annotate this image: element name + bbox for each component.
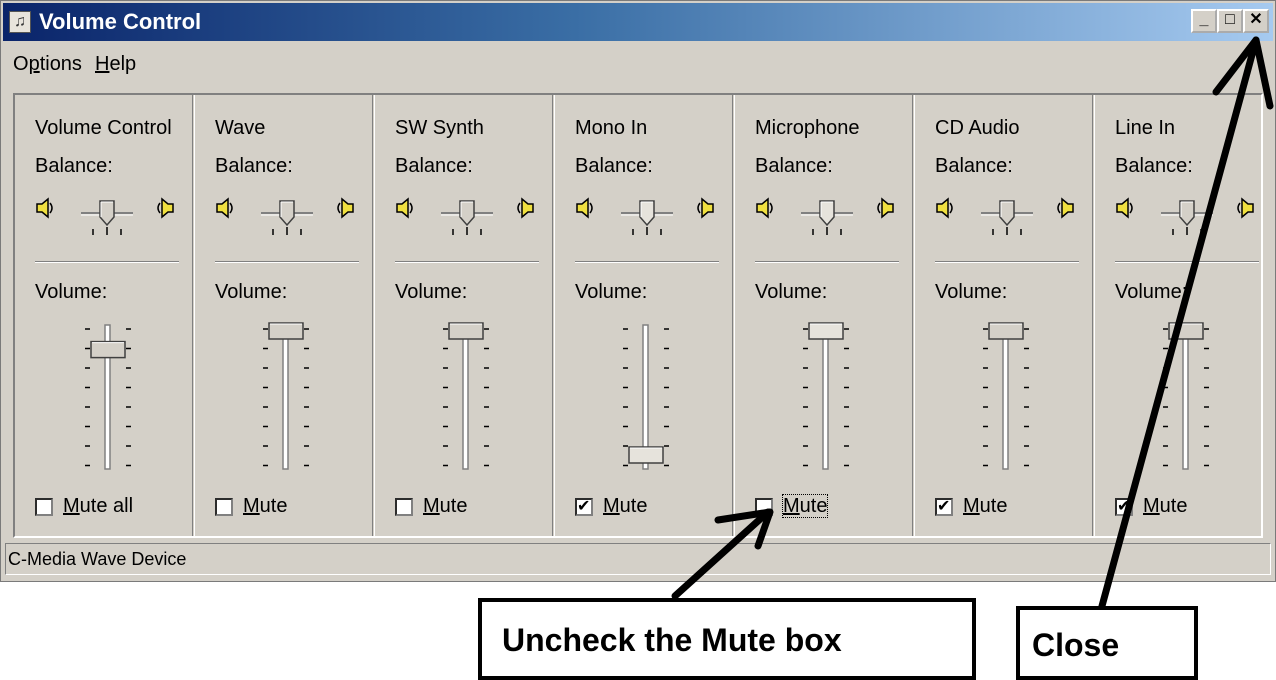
panel-separator [35, 261, 179, 263]
volume-slider[interactable] [251, 321, 321, 473]
panel-microphone: Microphone Balance: Volume: Mute [735, 95, 915, 536]
mute-checkbox[interactable] [35, 497, 53, 516]
speaker-right-icon [517, 197, 534, 219]
panel-name: Microphone [755, 117, 860, 139]
panel-separator [575, 261, 719, 263]
close-button[interactable]: ✕ [1243, 9, 1269, 33]
panel-volume-control: Volume Control Balance: Volume: Mute all [15, 95, 195, 536]
volume-slider[interactable] [611, 321, 681, 473]
mute-label: Mute [1143, 495, 1188, 518]
volume-slider[interactable] [971, 321, 1041, 473]
balance-slider[interactable] [437, 199, 497, 239]
volume-label: Volume: [935, 281, 1008, 303]
mute-label: Mute [603, 495, 648, 518]
panel-separator [755, 261, 899, 263]
menu-options[interactable]: Options [13, 53, 82, 76]
speaker-right-icon [337, 197, 354, 219]
panel-sw-synth: SW Synth Balance: Volume: Mute [375, 95, 555, 536]
volume-label: Volume: [575, 281, 648, 303]
menu-help[interactable]: Help [95, 53, 136, 76]
panel-separator [935, 261, 1079, 263]
panel-separator [395, 261, 539, 263]
panel-name: Mono In [575, 117, 648, 139]
speaker-left-icon [936, 197, 953, 219]
panel-name: Volume Control [35, 117, 172, 139]
volume-slider[interactable] [73, 321, 143, 473]
panel-name: CD Audio [935, 117, 1020, 139]
window-title: Volume Control [39, 9, 202, 34]
volume-label: Volume: [35, 281, 108, 303]
speaker-right-icon [157, 197, 174, 219]
panel-name: Wave [215, 117, 266, 139]
balance-label: Balance: [935, 155, 1013, 177]
balance-slider[interactable] [77, 199, 137, 239]
mute-checkbox-row[interactable]: Mute [395, 495, 467, 518]
panel-name: Line In [1115, 117, 1176, 139]
balance-label: Balance: [1115, 155, 1193, 177]
panel-separator [215, 261, 359, 263]
panel-name: SW Synth [395, 117, 484, 139]
speaker-right-icon [1237, 197, 1254, 219]
mute-checkbox[interactable] [755, 497, 773, 516]
panel-line-in: Line In Balance: Volume: Mute [1095, 95, 1263, 536]
speaker-left-icon [36, 197, 53, 219]
balance-label: Balance: [35, 155, 113, 177]
status-bar: C-Media Wave Device [5, 543, 1271, 575]
uncheck-mute-callout: Uncheck the Mute box [478, 598, 976, 680]
mute-label: Mute [243, 495, 288, 518]
volume-control-window: ♫ Volume Control _ □ ✕ Options Help Volu… [0, 0, 1276, 582]
mute-checkbox-row[interactable]: Mute [755, 494, 829, 519]
mute-checkbox[interactable] [395, 497, 413, 516]
mute-checkbox[interactable] [215, 497, 233, 516]
panel-cd-audio: CD Audio Balance: Volume: Mute [915, 95, 1095, 536]
panel-mono-in: Mono In Balance: Volume: Mute [555, 95, 735, 536]
minimize-button[interactable]: _ [1191, 9, 1217, 33]
volume-slider[interactable] [791, 321, 861, 473]
close-callout: Close [1016, 606, 1198, 680]
volume-app-icon[interactable]: ♫ [9, 11, 31, 33]
volume-label: Volume: [215, 281, 288, 303]
balance-slider[interactable] [797, 199, 857, 239]
volume-label: Volume: [395, 281, 468, 303]
volume-slider[interactable] [1151, 321, 1221, 473]
speaker-left-icon [396, 197, 413, 219]
mute-checkbox-row[interactable]: Mute [215, 495, 287, 518]
mute-label: Mute all [63, 495, 134, 518]
mute-checkbox-row[interactable]: Mute [935, 495, 1007, 518]
mixer-panels: Volume Control Balance: Volume: Mute all Wav… [13, 93, 1263, 538]
balance-label: Balance: [755, 155, 833, 177]
mute-checkbox[interactable] [1115, 496, 1133, 516]
speaker-right-icon [1057, 197, 1074, 219]
balance-label: Balance: [215, 155, 293, 177]
mute-checkbox-row[interactable]: Mute [575, 495, 647, 518]
panel-wave: Wave Balance: Volume: Mute [195, 95, 375, 536]
balance-label: Balance: [395, 155, 473, 177]
speaker-left-icon [216, 197, 233, 219]
mute-checkbox[interactable] [575, 496, 593, 516]
balance-slider[interactable] [977, 199, 1037, 239]
volume-slider[interactable] [431, 321, 501, 473]
mute-label: Mute [781, 494, 829, 519]
balance-slider[interactable] [257, 199, 317, 239]
balance-slider[interactable] [1157, 199, 1217, 239]
mute-label: Mute [423, 495, 468, 518]
speaker-left-icon [1116, 197, 1133, 219]
mute-checkbox-row[interactable]: Mute all [35, 495, 133, 518]
mute-label: Mute [963, 495, 1008, 518]
mute-checkbox[interactable] [935, 496, 953, 516]
mute-checkbox-row[interactable]: Mute [1115, 495, 1187, 518]
volume-label: Volume: [755, 281, 828, 303]
volume-label: Volume: [1115, 281, 1188, 303]
speaker-right-icon [697, 197, 714, 219]
speaker-left-icon [756, 197, 773, 219]
balance-label: Balance: [575, 155, 653, 177]
balance-slider[interactable] [617, 199, 677, 239]
panel-separator [1115, 261, 1259, 263]
speaker-right-icon [877, 197, 894, 219]
maximize-button[interactable]: □ [1217, 9, 1243, 33]
title-bar[interactable]: ♫ Volume Control _ □ ✕ [3, 3, 1273, 41]
speaker-left-icon [576, 197, 593, 219]
